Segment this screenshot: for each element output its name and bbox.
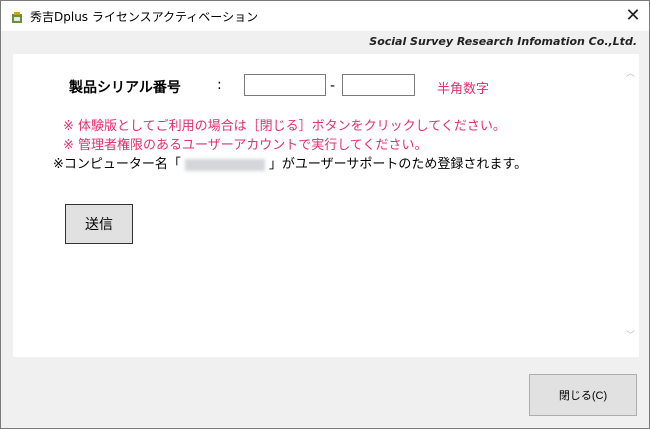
activation-window: 秀吉Dplus ライセンスアクティベーション ✕ Social Survey R… [0,0,650,429]
app-icon [11,9,23,23]
window-title: 秀吉Dplus ライセンスアクティベーション [30,10,259,24]
computer-name-note-prefix: ※コンピューター名「 [53,157,181,172]
serial-colon: : [217,77,222,93]
chevron-down-icon[interactable]: ﹀ [622,328,639,345]
close-icon[interactable]: ✕ [617,1,649,31]
serial-input-part2[interactable] [342,74,415,96]
send-button[interactable]: 送信 [65,204,133,244]
chevron-up-icon[interactable]: ︿ [622,66,639,83]
admin-note: ※ 管理者権限のあるユーザーアカウントで実行してください。 [63,138,428,153]
vertical-scrollbar[interactable]: ︿ ﹀ [622,54,639,357]
trial-note: ※ 体験版としてご利用の場合は［閉じる］ボタンをクリックしてください。 [63,119,506,134]
computer-name-redacted [184,158,265,171]
input-hint: 半角数字 [437,82,490,97]
form-panel: 製品シリアル番号 : - 半角数字 ※ 体験版としてご利用の場合は［閉じる］ボタ… [13,54,639,357]
computer-name-note: ※コンピューター名「 」がユーザーサポートのため登録されます。 [53,153,527,172]
close-button[interactable]: 閉じる(C) [529,374,637,416]
serial-label: 製品シリアル番号 [69,80,181,96]
company-name: Social Survey Research Infomation Co.,Lt… [369,35,637,48]
title-bar: 秀吉Dplus ライセンスアクティベーション ✕ [1,1,649,31]
serial-dash: - [330,78,336,94]
computer-name-note-suffix: 」がユーザーサポートのため登録されます。 [268,157,528,172]
serial-input-part1[interactable] [244,74,326,96]
